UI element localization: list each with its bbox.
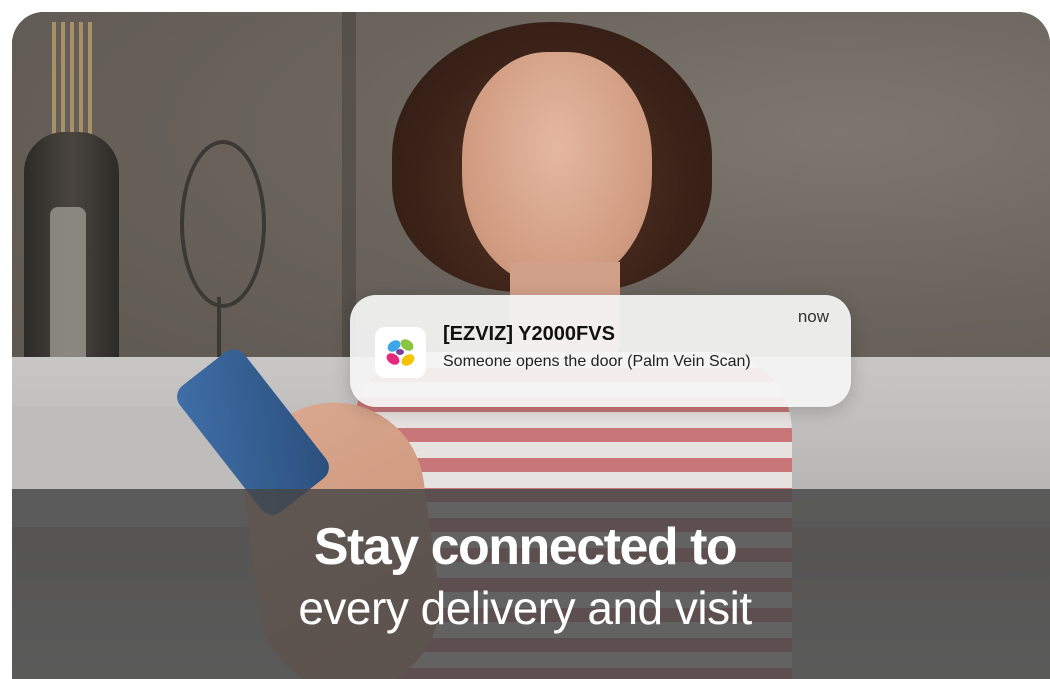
dried-stems-decor [52,22,92,142]
ezviz-logo-icon [386,339,415,366]
banner-subline: every delivery and visit [298,582,752,634]
round-mirror-decor [180,140,266,308]
notification-message: Someone opens the door (Palm Vein Scan) [443,353,751,370]
person-face [462,52,652,287]
banner-headline: Stay connected to [313,518,738,576]
notification-time: now [797,307,829,326]
vase-label-decor [50,207,86,377]
notification-title: [EZVIZ] Y2000FVS [443,323,615,345]
ezviz-app-icon [375,327,426,378]
push-notification[interactable]: [EZVIZ] Y2000FVS Someone opens the door … [350,295,851,407]
